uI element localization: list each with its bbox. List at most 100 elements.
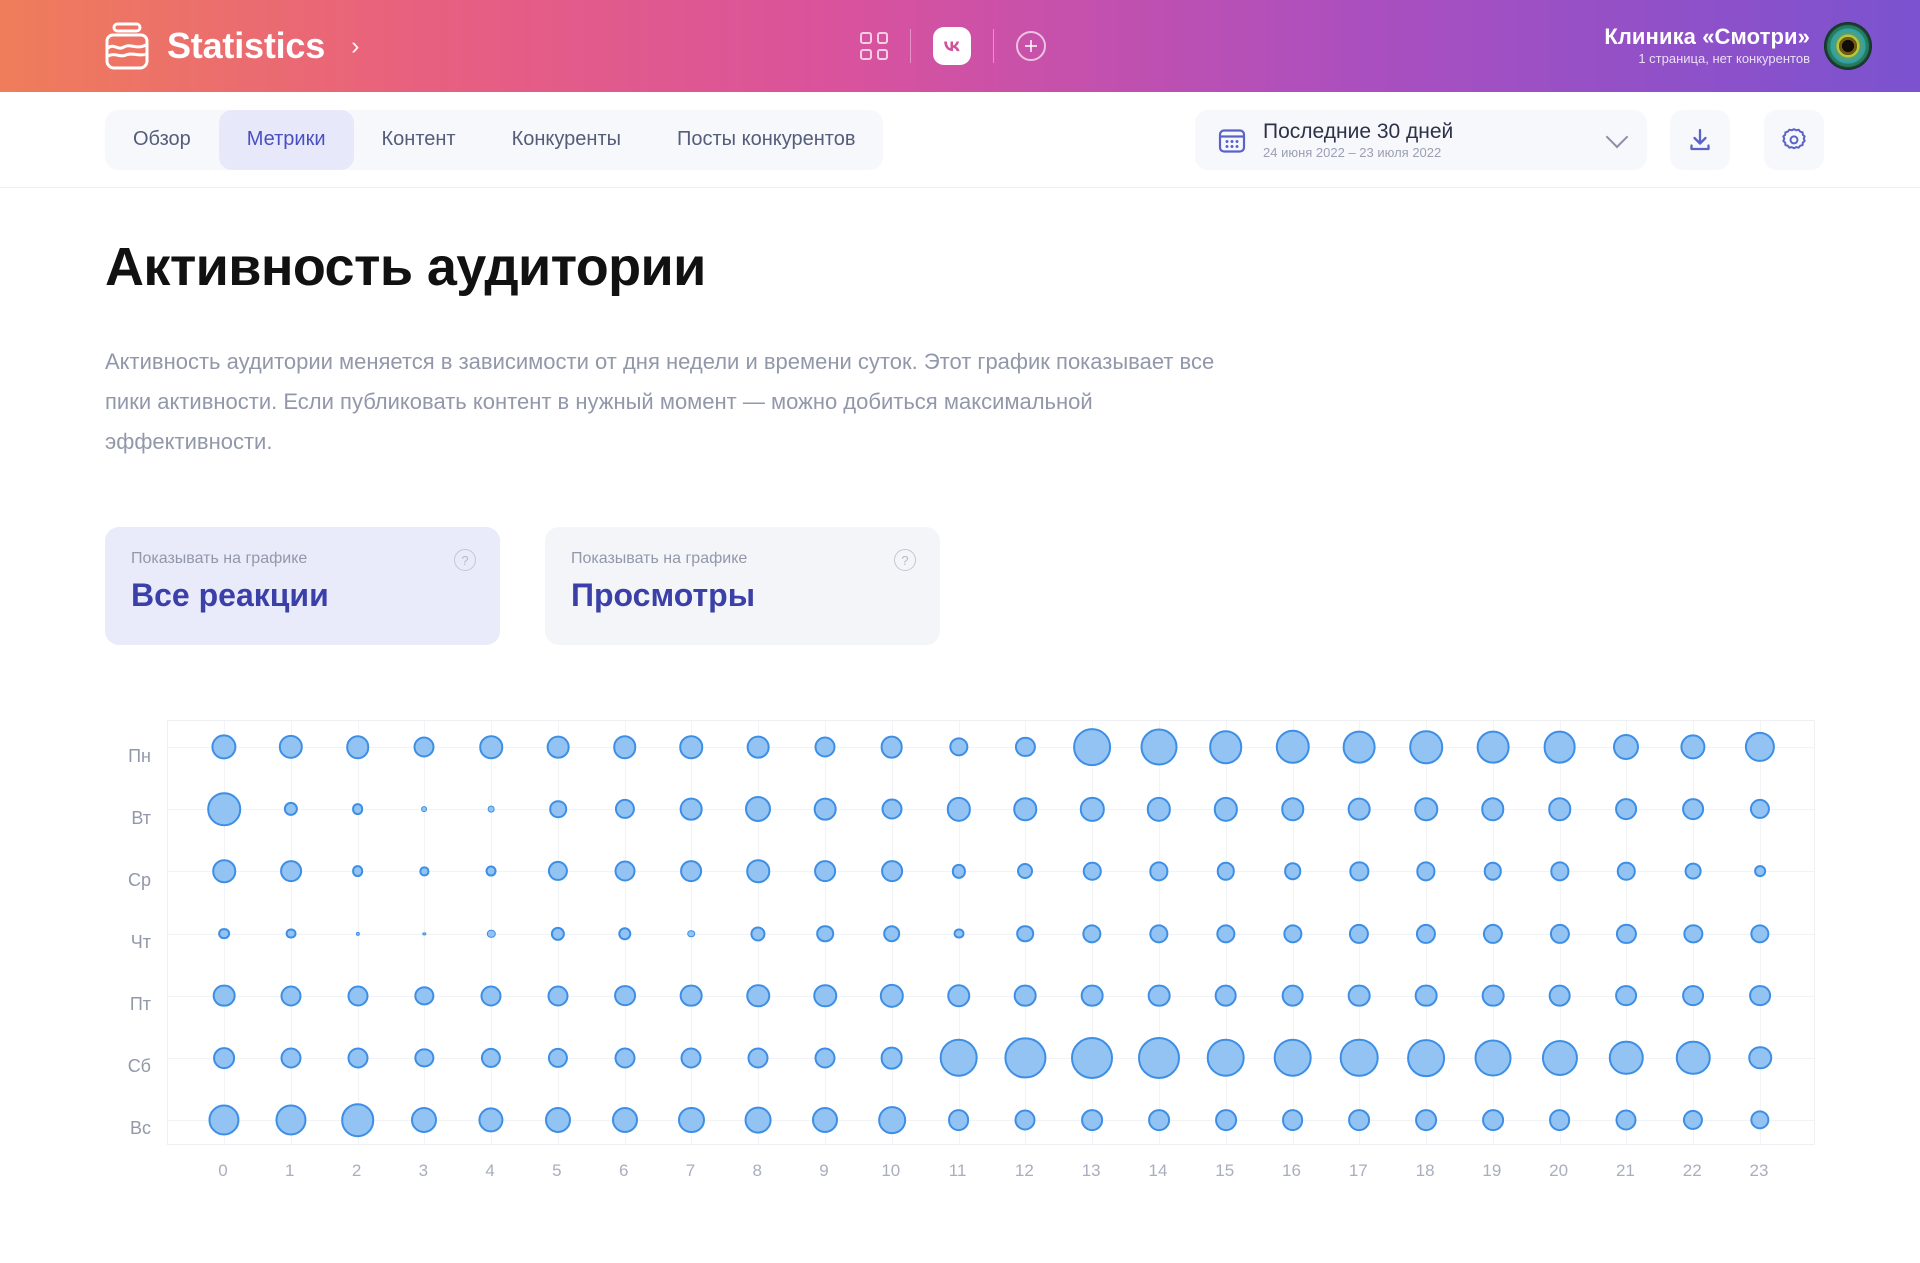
activity-bubble[interactable] [1613, 733, 1640, 761]
activity-bubble[interactable] [1147, 984, 1171, 1007]
activity-bubble[interactable] [345, 735, 370, 759]
activity-bubble[interactable] [1615, 984, 1638, 1007]
download-button[interactable] [1670, 110, 1730, 170]
account-block[interactable]: Клиника «Смотри» 1 страница, нет конкуре… [1604, 0, 1872, 92]
activity-bubble[interactable] [1016, 924, 1035, 943]
activity-bubble[interactable] [1748, 1046, 1772, 1070]
activity-bubble[interactable] [1073, 728, 1112, 766]
activity-bubble[interactable] [747, 1047, 769, 1069]
activity-bubble[interactable] [547, 1047, 568, 1068]
activity-bubble[interactable] [212, 984, 236, 1007]
activity-bubble[interactable] [1349, 923, 1370, 944]
activity-bubble[interactable] [1683, 1109, 1704, 1131]
activity-bubble[interactable] [680, 797, 703, 821]
activity-bubble[interactable] [1015, 736, 1036, 758]
activity-bubble[interactable] [1682, 984, 1705, 1007]
activity-bubble[interactable] [1541, 1039, 1578, 1076]
activity-bubble[interactable] [1481, 797, 1505, 821]
chart-plot-area[interactable] [167, 720, 1815, 1145]
activity-bubble[interactable] [1281, 984, 1304, 1007]
activity-bubble[interactable] [816, 924, 834, 943]
activity-bubble[interactable] [278, 734, 303, 760]
activity-bubble[interactable] [481, 1047, 502, 1068]
activity-bubble[interactable] [1414, 984, 1438, 1007]
activity-bubble[interactable] [680, 984, 703, 1007]
activity-bubble[interactable] [1082, 862, 1102, 881]
activity-bubble[interactable] [478, 1107, 504, 1133]
activity-bubble[interactable] [208, 1104, 240, 1136]
activity-bubble[interactable] [1415, 1109, 1437, 1131]
activity-bubble[interactable] [813, 983, 837, 1008]
activity-bubble[interactable] [744, 1106, 772, 1134]
activity-bubble[interactable] [347, 1047, 369, 1069]
activity-bubble[interactable] [1349, 861, 1369, 881]
activity-bubble[interactable] [1754, 865, 1766, 878]
activity-bubble[interactable] [1481, 984, 1505, 1007]
activity-bubble[interactable] [814, 1047, 836, 1069]
activity-bubble[interactable] [1683, 923, 1703, 944]
activity-bubble[interactable] [1013, 797, 1038, 821]
activity-bubble[interactable] [617, 926, 632, 941]
activity-bubble[interactable] [1214, 1109, 1237, 1131]
activity-bubble[interactable] [1414, 797, 1438, 821]
activity-bubble[interactable] [1548, 1109, 1571, 1131]
activity-bubble[interactable] [550, 926, 566, 941]
activity-bubble[interactable] [547, 985, 569, 1007]
activity-bubble[interactable] [1275, 729, 1310, 765]
activity-bubble[interactable] [745, 796, 772, 823]
activity-bubble[interactable] [1079, 796, 1105, 822]
activity-bubble[interactable] [283, 802, 298, 817]
activity-bubble[interactable] [946, 796, 971, 822]
activity-bubble[interactable] [422, 931, 427, 936]
activity-bubble[interactable] [212, 859, 236, 884]
chevron-right-icon[interactable]: › [351, 32, 359, 61]
activity-bubble[interactable] [1615, 798, 1638, 821]
activity-bubble[interactable] [1206, 1038, 1246, 1078]
activity-bubble[interactable] [1416, 923, 1437, 944]
activity-bubble[interactable] [285, 928, 297, 939]
activity-bubble[interactable] [939, 1038, 978, 1078]
activity-bubble[interactable] [1481, 1109, 1504, 1131]
activity-bubble[interactable] [814, 860, 836, 883]
tab-posty-konkurentov[interactable]: Посты конкурентов [649, 110, 883, 170]
date-range-picker[interactable]: Последние 30 дней 24 июня 2022 – 23 июля… [1195, 110, 1647, 170]
activity-bubble[interactable] [1547, 797, 1572, 821]
activity-bubble[interactable] [351, 865, 364, 878]
activity-bubble[interactable] [1208, 730, 1243, 764]
activity-bubble[interactable] [355, 931, 360, 936]
activity-bubble[interactable] [411, 1106, 438, 1134]
activity-bubble[interactable] [1483, 862, 1503, 881]
avatar[interactable] [1824, 22, 1872, 70]
metric-card-all-reactions[interactable]: Показывать на графике Все реакции ? [105, 527, 500, 645]
activity-bubble[interactable] [951, 864, 966, 879]
activity-bubble[interactable] [347, 985, 369, 1007]
activity-bubble[interactable] [1750, 923, 1770, 944]
activity-bubble[interactable] [880, 735, 904, 759]
activity-bubble[interactable] [280, 985, 302, 1007]
tab-obzor[interactable]: Обзор [105, 110, 219, 170]
activity-bubble[interactable] [1680, 734, 1706, 760]
activity-bubble[interactable] [479, 735, 503, 759]
chevron-down-icon[interactable] [1605, 125, 1629, 149]
activity-bubble[interactable] [414, 1048, 434, 1068]
activity-bubble[interactable] [880, 1046, 904, 1070]
activity-bubble[interactable] [1283, 862, 1302, 881]
activity-bubble[interactable] [679, 735, 704, 759]
activity-bubble[interactable] [947, 1109, 970, 1131]
activity-bubble[interactable] [746, 859, 771, 884]
activity-bubble[interactable] [1014, 984, 1037, 1007]
activity-bubble[interactable] [413, 736, 435, 758]
activity-bubble[interactable] [218, 927, 230, 940]
activity-bubble[interactable] [1148, 1109, 1170, 1131]
activity-bubble[interactable] [1081, 1109, 1104, 1131]
activity-bubble[interactable] [1017, 863, 1034, 880]
activity-bubble[interactable] [1750, 1110, 1770, 1130]
activity-bubble[interactable] [1549, 861, 1570, 881]
activity-bubble[interactable] [1216, 923, 1236, 944]
activity-bubble[interactable] [613, 984, 636, 1007]
activity-bubble[interactable] [687, 929, 696, 938]
activity-bubble[interactable] [414, 986, 434, 1006]
activity-bubble[interactable] [1348, 1109, 1371, 1131]
activity-bubble[interactable] [1347, 984, 1371, 1007]
activity-bubble[interactable] [1749, 984, 1771, 1007]
